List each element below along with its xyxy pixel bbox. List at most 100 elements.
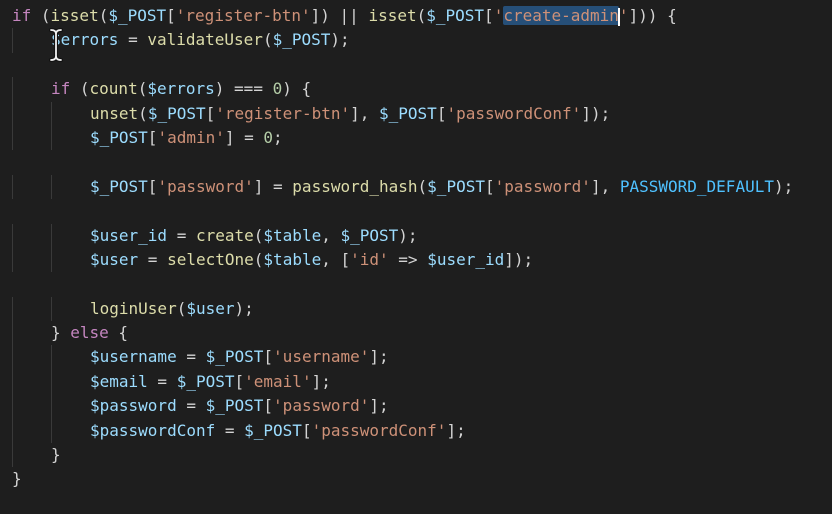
code-line[interactable]: $_POST['admin'] = 0; — [0, 125, 793, 151]
punctuation-token: , — [321, 225, 341, 245]
code-line[interactable]: $password = $_POST['password']; — [0, 394, 793, 419]
variable-token: $_POST — [90, 176, 148, 196]
string-token: 'password' — [494, 176, 591, 196]
indent-guide — [12, 443, 13, 468]
punctuation-token: ]; — [311, 371, 331, 391]
indent-guide — [51, 345, 52, 370]
code-line[interactable]: } else { — [0, 321, 793, 346]
punctuation-token: ], — [590, 176, 620, 196]
variable-token: $_POST — [427, 176, 485, 196]
code-line[interactable]: $username = $_POST['username']; — [0, 345, 793, 370]
string-token: 'email' — [244, 371, 312, 391]
punctuation-token: [ — [205, 103, 216, 123]
punctuation-token: = — [147, 371, 177, 391]
code-line[interactable]: if (count($errors) === 0) { — [0, 77, 793, 102]
code-line[interactable] — [0, 272, 793, 296]
function-token: isset — [368, 6, 417, 25]
indent-guide — [51, 125, 52, 151]
variable-token: $_POST — [272, 30, 331, 50]
indent-guide — [12, 28, 13, 53]
punctuation-token: , [ — [321, 249, 351, 269]
punctuation-token: } — [12, 469, 22, 489]
code-line[interactable] — [0, 53, 793, 77]
indent-guide — [12, 125, 13, 151]
variable-token: $email — [90, 371, 148, 391]
code-line[interactable]: } — [0, 467, 793, 491]
variable-token: $user_id — [427, 249, 505, 269]
function-token: unset — [90, 103, 139, 123]
function-token: loginUser — [90, 298, 177, 318]
variable-token: $_POST — [147, 103, 206, 123]
punctuation-token: ( — [253, 225, 264, 245]
punctuation-token: = — [167, 225, 196, 245]
keyword-token: if — [12, 6, 32, 25]
code-line[interactable] — [0, 150, 793, 174]
punctuation-token: { — [108, 323, 129, 343]
indent-guide — [51, 174, 52, 200]
punctuation-token: ( — [416, 6, 427, 25]
code-line[interactable]: $errors = validateUser($_POST); — [0, 28, 793, 53]
punctuation-token: ); — [773, 176, 794, 196]
indent-guide — [12, 369, 13, 395]
punctuation-token: ]) || — [310, 6, 369, 25]
code-line[interactable]: $user = selectOne($table, ['id' => $user… — [0, 247, 793, 273]
string-token: 'id' — [350, 249, 389, 269]
string-token: ' — [493, 6, 504, 25]
code-area[interactable]: if (isset($_POST['register-btn']) || iss… — [0, 4, 793, 492]
string-token: 'register-btn' — [215, 103, 351, 123]
punctuation-token: ( — [31, 6, 51, 25]
indent-guide — [51, 223, 52, 248]
variable-token: $_POST — [205, 396, 264, 416]
variable-token: $_POST — [426, 6, 485, 25]
punctuation-token: [ — [263, 347, 274, 367]
punctuation-token: [ — [484, 6, 494, 25]
number-token: 0 — [263, 127, 274, 147]
code-line[interactable]: $user_id = create($table, $_POST); — [0, 223, 793, 248]
punctuation-token: ( — [253, 249, 264, 269]
punctuation-token: [ — [484, 176, 495, 196]
variable-token: $username — [90, 347, 177, 367]
punctuation-token: ); — [398, 225, 418, 245]
constant-token: PASSWORD_DEFAULT — [619, 176, 774, 196]
punctuation-token: ); — [234, 298, 254, 318]
punctuation-token: [ — [147, 127, 158, 147]
indent-guide — [51, 394, 52, 419]
code-line[interactable]: $_POST['password'] = password_hash($_POS… — [0, 174, 794, 200]
punctuation-token: ( — [176, 298, 187, 318]
function-token: count — [89, 79, 138, 99]
punctuation-token: ( — [98, 6, 109, 25]
indent-guide — [51, 418, 52, 444]
code-editor[interactable]: if (isset($_POST['register-btn']) || iss… — [0, 0, 832, 514]
indent-guide — [12, 247, 13, 273]
punctuation-token: [ — [263, 396, 274, 416]
function-token: create — [195, 225, 254, 245]
keyword-token: if — [51, 79, 71, 99]
indent-guide — [12, 321, 13, 346]
variable-token: $_POST — [244, 420, 302, 440]
punctuation-token: ]); — [504, 249, 534, 269]
punctuation-token: = — [138, 249, 168, 269]
code-line[interactable]: } — [0, 443, 793, 468]
punctuation-token: ]; — [446, 420, 466, 440]
code-line[interactable]: $passwordConf = $_POST['passwordConf']; — [0, 418, 793, 444]
variable-token: $table — [263, 225, 322, 245]
punctuation-token: ] = — [253, 176, 293, 196]
indent-guide — [51, 296, 52, 322]
code-line[interactable]: unset($_POST['register-btn'], $_POST['pa… — [0, 101, 793, 126]
punctuation-token: ( — [417, 176, 428, 196]
variable-token: $_POST — [205, 347, 264, 367]
variable-token: $_POST — [340, 225, 399, 245]
indent-guide — [51, 369, 52, 395]
punctuation-token: ], — [350, 103, 380, 123]
indent-guide — [12, 296, 13, 322]
code-line[interactable] — [0, 199, 793, 223]
code-line[interactable]: if (isset($_POST['register-btn']) || iss… — [0, 4, 793, 28]
indent-guide — [12, 345, 13, 370]
variable-token: $user — [186, 298, 235, 318]
variable-token: $table — [263, 249, 322, 269]
code-line[interactable]: $email = $_POST['email']; — [0, 369, 793, 395]
variable-token: $errors — [147, 79, 215, 99]
punctuation-token: ) === — [214, 79, 273, 99]
code-line[interactable]: loginUser($user); — [0, 296, 793, 322]
punctuation-token: ( — [262, 30, 273, 50]
